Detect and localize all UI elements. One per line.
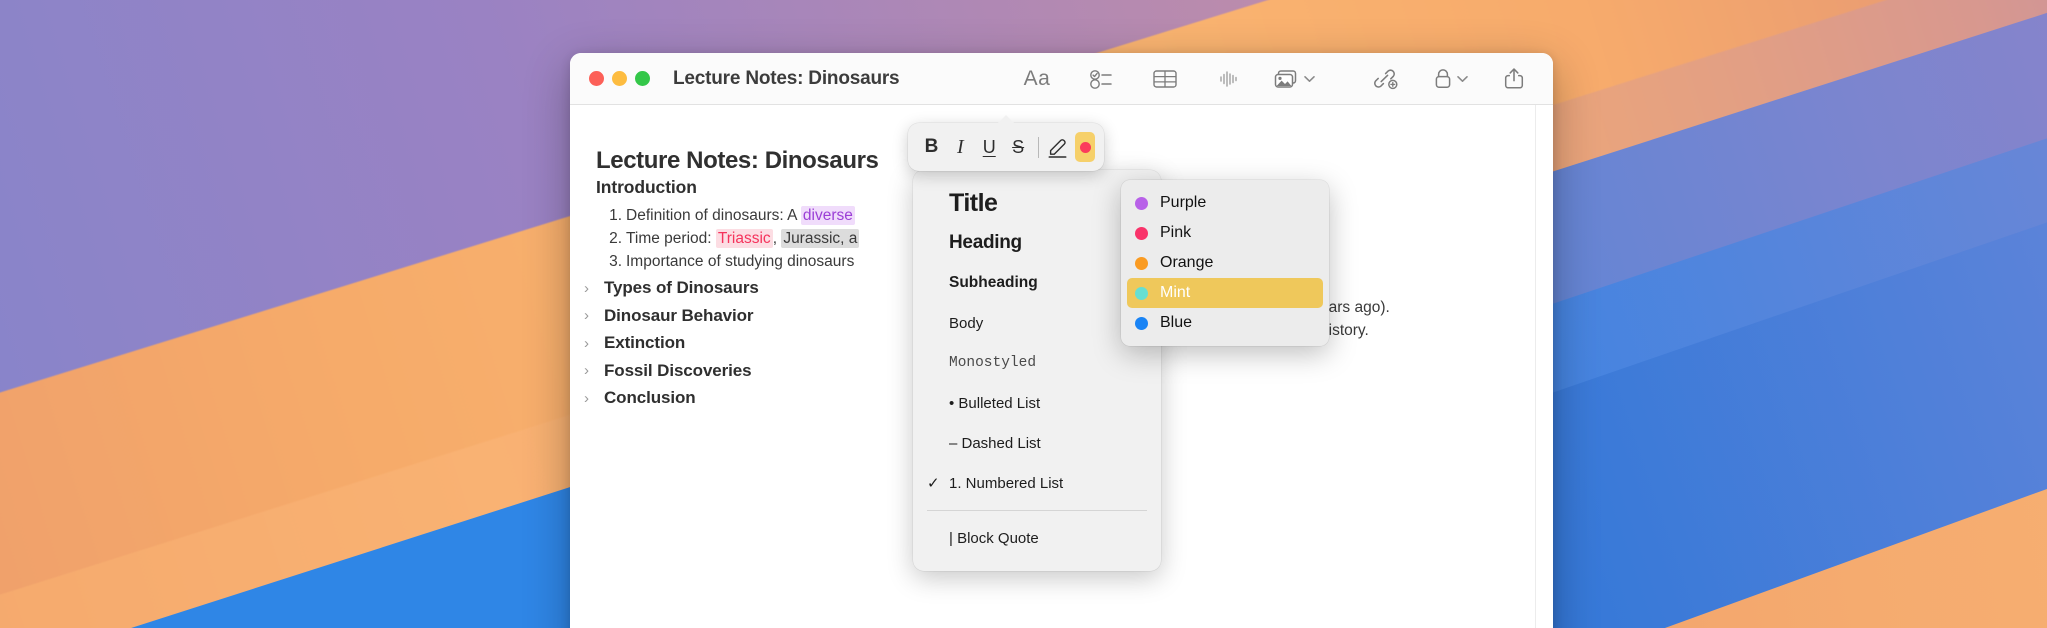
color-menu-item-purple[interactable]: Purple: [1127, 188, 1323, 218]
window-toolbar: Aa: [1018, 60, 1553, 98]
color-dot-blue: [1135, 317, 1148, 330]
style-menu-separator: [927, 510, 1147, 511]
highlighter-button[interactable]: [1044, 132, 1073, 163]
color-dot-orange: [1135, 257, 1148, 270]
style-menu-label: Title: [949, 189, 1147, 218]
style-menu-label: Monostyled: [949, 355, 1147, 371]
style-menu-label: 1. Numbered List: [949, 475, 1147, 492]
color-menu-label: Purple: [1160, 194, 1206, 212]
chevron-right-icon[interactable]: ›: [584, 363, 595, 378]
bold-button[interactable]: B: [917, 132, 946, 163]
checklist-icon: [1090, 69, 1112, 89]
link-add-icon: [1373, 68, 1399, 90]
color-menu-label: Mint: [1160, 284, 1190, 302]
color-dot-pink: [1135, 227, 1148, 240]
color-menu-label: Blue: [1160, 314, 1192, 332]
format-aa-icon: Aa: [1024, 67, 1051, 91]
traffic-lights: [589, 71, 650, 86]
strikethrough-button[interactable]: S: [1004, 132, 1033, 163]
style-menu-item-dashed-list[interactable]: – Dashed List: [913, 423, 1161, 463]
style-menu-label: Subheading: [949, 274, 1147, 292]
checklist-button[interactable]: [1082, 60, 1120, 98]
highlight-gray: Jurassic, a: [781, 229, 859, 248]
list-text-plain: Importance of studying dinosaurs: [626, 253, 854, 270]
color-menu-item-pink[interactable]: Pink: [1127, 218, 1323, 248]
chevron-down-icon: [1304, 75, 1315, 83]
style-menu-label: • Bulleted List: [949, 395, 1147, 412]
color-dot-purple: [1135, 197, 1148, 210]
highlight-pink: Triassic: [716, 229, 773, 248]
lock-icon: [1433, 68, 1453, 90]
highlight-color-menu: Purple Pink Orange Mint Blue: [1121, 180, 1329, 346]
record-audio-button[interactable]: [1210, 60, 1248, 98]
minimize-button[interactable]: [612, 71, 627, 86]
close-button[interactable]: [589, 71, 604, 86]
style-menu-item-monostyled[interactable]: Monostyled: [913, 343, 1161, 383]
list-text-plain: Definition of dinosaurs: A: [626, 207, 801, 224]
lock-note-button[interactable]: [1431, 60, 1469, 98]
chevron-right-icon[interactable]: ›: [584, 308, 595, 323]
occluded-text-line-1: ears ago).: [1320, 299, 1390, 317]
window-titlebar: Lecture Notes: Dinosaurs Aa: [570, 53, 1553, 105]
style-menu-item-block-quote[interactable]: | Block Quote: [913, 518, 1161, 558]
share-icon: [1504, 67, 1524, 90]
text-format-popover: B I U S: [908, 123, 1104, 171]
table-icon: [1153, 69, 1177, 89]
color-menu-item-mint[interactable]: Mint: [1127, 278, 1323, 308]
section-label: Dinosaur Behavior: [604, 306, 753, 326]
section-label: Extinction: [604, 333, 685, 353]
list-text-plain: Time period:: [626, 230, 716, 247]
format-divider: [1038, 137, 1039, 158]
section-label: Types of Dinosaurs: [604, 278, 759, 298]
media-button[interactable]: [1274, 60, 1315, 98]
highlight-color-swatch-button[interactable]: [1075, 132, 1095, 162]
section-label: Fossil Discoveries: [604, 361, 752, 381]
chevron-right-icon[interactable]: ›: [584, 336, 595, 351]
zoom-button[interactable]: [635, 71, 650, 86]
color-menu-item-orange[interactable]: Orange: [1127, 248, 1323, 278]
chevron-right-icon[interactable]: ›: [584, 281, 595, 296]
chevron-right-icon[interactable]: ›: [584, 391, 595, 406]
format-aa-button[interactable]: Aa: [1018, 60, 1056, 98]
color-menu-item-blue[interactable]: Blue: [1127, 308, 1323, 338]
color-dot-mint: [1135, 287, 1148, 300]
color-menu-label: Pink: [1160, 224, 1191, 242]
underline-button[interactable]: U: [975, 132, 1004, 163]
table-button[interactable]: [1146, 60, 1184, 98]
audio-waveform-icon: [1218, 68, 1240, 90]
section-label: Conclusion: [604, 388, 696, 408]
checkmark-icon: ✓: [927, 474, 949, 492]
style-menu-item-bulleted-list[interactable]: • Bulleted List: [913, 383, 1161, 423]
chevron-down-icon: [1457, 75, 1468, 83]
style-menu-item-numbered-list[interactable]: ✓ 1. Numbered List: [913, 463, 1161, 503]
document-right-rail: [1535, 105, 1553, 628]
window-title: Lecture Notes: Dinosaurs: [673, 68, 899, 90]
color-menu-label: Orange: [1160, 254, 1213, 272]
occluded-text: ears ago).: [1320, 299, 1390, 316]
style-menu-label: Heading: [949, 232, 1147, 254]
style-menu-label: Body: [949, 315, 1147, 332]
highlighter-pen-icon: [1046, 136, 1069, 159]
media-photo-icon: [1274, 68, 1300, 90]
style-menu-label: | Block Quote: [949, 530, 1147, 547]
italic-button[interactable]: I: [946, 132, 975, 163]
add-link-button[interactable]: [1367, 60, 1405, 98]
share-button[interactable]: [1495, 60, 1533, 98]
desktop-wallpaper: Lecture Notes: Dinosaurs Aa: [0, 0, 2047, 628]
highlight-purple: diverse: [801, 206, 855, 225]
swatch-dot: [1080, 142, 1091, 153]
style-menu-label: – Dashed List: [949, 435, 1147, 452]
